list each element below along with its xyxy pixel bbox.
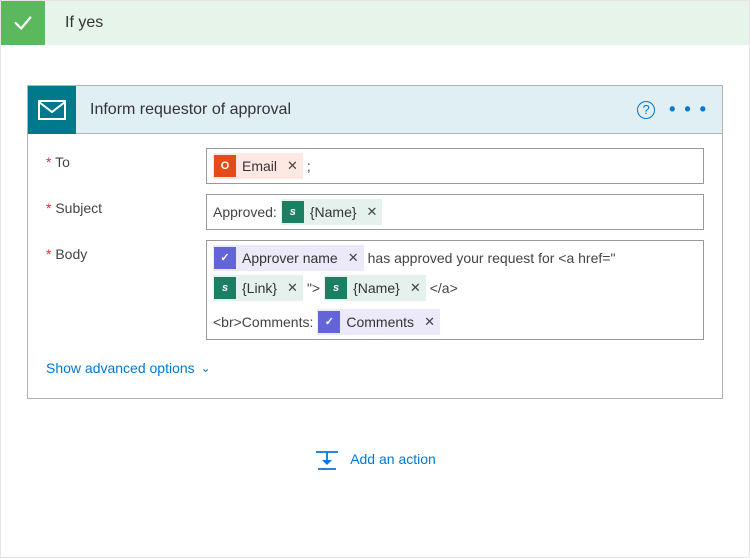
action-card: Inform requestor of approval ? • • • * T… [27, 85, 723, 399]
condition-header: If yes [1, 1, 749, 45]
token-name-body[interactable]: s {Name} ✕ [324, 275, 426, 301]
if-yes-container: If yes Inform requestor of approval ? • … [0, 0, 750, 558]
action-title: Inform requestor of approval [76, 101, 637, 119]
token-email[interactable]: O Email ✕ [213, 153, 303, 179]
body-label: * Body [46, 240, 206, 340]
mail-icon [28, 86, 76, 134]
token-link[interactable]: s {Link} ✕ [213, 275, 303, 301]
sharepoint-icon: s [282, 201, 304, 223]
to-label: * To [46, 148, 206, 184]
sharepoint-icon: s [325, 277, 347, 299]
token-name[interactable]: s {Name} ✕ [281, 199, 383, 225]
remove-token-icon[interactable]: ✕ [344, 246, 363, 270]
remove-token-icon[interactable]: ✕ [283, 154, 302, 178]
approval-icon: ✓ [318, 311, 340, 333]
field-to-row: * To O Email ✕ ; [46, 148, 704, 184]
chevron-down-icon: ⌄ [201, 361, 211, 375]
body-input[interactable]: ✓ Approver name ✕ has approved your requ… [206, 240, 704, 340]
check-icon [1, 1, 45, 45]
add-action-label: Add an action [350, 451, 436, 467]
subject-input[interactable]: Approved: s {Name} ✕ [206, 194, 704, 230]
subject-label: * Subject [46, 194, 206, 230]
condition-title: If yes [45, 14, 103, 32]
body-text-1: has approved your request for <a href=" [368, 246, 616, 270]
show-advanced-label: Show advanced options [46, 360, 195, 376]
remove-token-icon[interactable]: ✕ [363, 200, 382, 224]
subject-prefix: Approved: [213, 200, 277, 224]
field-body-row: * Body ✓ Approver name ✕ has approved yo… [46, 240, 704, 340]
office-icon: O [214, 155, 236, 177]
remove-token-icon[interactable]: ✕ [420, 310, 439, 334]
remove-token-icon[interactable]: ✕ [406, 276, 425, 300]
show-advanced-link[interactable]: Show advanced options ⌄ [46, 350, 211, 376]
action-body: * To O Email ✕ ; * Subject Approved: s [28, 134, 722, 398]
add-action-icon [314, 449, 340, 469]
add-action-button[interactable]: Add an action [1, 449, 749, 469]
body-text-3: </a> [430, 276, 458, 300]
body-text-4: <br>Comments: [213, 310, 313, 334]
ellipsis-icon[interactable]: • • • [669, 99, 708, 120]
field-subject-row: * Subject Approved: s {Name} ✕ [46, 194, 704, 230]
to-suffix: ; [307, 154, 311, 178]
remove-token-icon[interactable]: ✕ [283, 276, 302, 300]
token-comments[interactable]: ✓ Comments ✕ [317, 309, 440, 335]
approval-icon: ✓ [214, 247, 236, 269]
token-approver-name[interactable]: ✓ Approver name ✕ [213, 245, 364, 271]
action-header[interactable]: Inform requestor of approval ? • • • [28, 86, 722, 134]
sharepoint-icon: s [214, 277, 236, 299]
to-input[interactable]: O Email ✕ ; [206, 148, 704, 184]
body-text-2: "> [307, 276, 320, 300]
help-icon[interactable]: ? [637, 101, 655, 119]
